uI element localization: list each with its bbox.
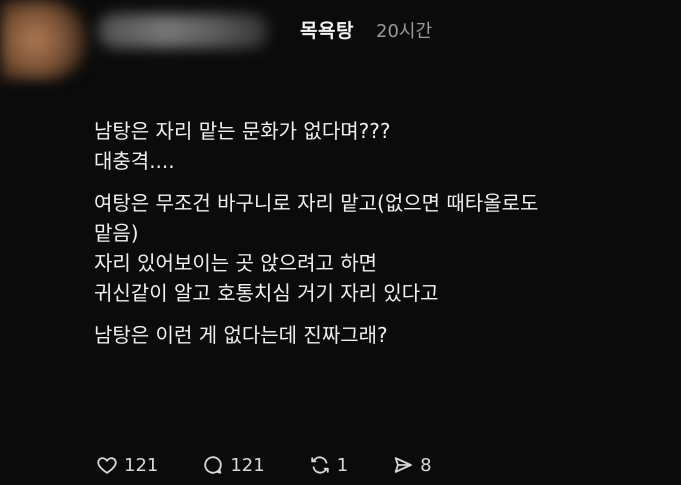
send-icon — [394, 457, 412, 473]
post-card: 목욕탕 20시간 남탕은 자리 맡는 문화가 없다며??? 대충격.... 여탕… — [0, 0, 681, 485]
post-line: 남탕은 이런 게 없다는데 진짜그래? — [94, 323, 388, 347]
comment-count: 121 — [230, 454, 265, 476]
post-body: 남탕은 자리 맡는 문화가 없다며??? 대충격.... 여탕은 무조건 바구니… — [94, 116, 664, 362]
repost-icon — [311, 456, 329, 474]
heart-icon — [97, 457, 117, 474]
post-paragraph-2: 여탕은 무조건 바구니로 자리 맡고(없으면 때타올로도 맡음) 자리 있어보이… — [94, 188, 664, 308]
like-button[interactable]: 121 — [96, 454, 158, 476]
username-blurred[interactable] — [98, 14, 268, 48]
avatar[interactable] — [0, 0, 88, 80]
comment-icon — [204, 456, 223, 474]
post-line: 남탕은 자리 맡는 문화가 없다며??? — [94, 119, 391, 143]
post-paragraph-3: 남탕은 이런 게 없다는데 진짜그래? — [94, 320, 664, 350]
share-button[interactable]: 8 — [392, 454, 432, 476]
post-line: 귀신같이 알고 호통치심 거기 자리 있다고 — [94, 281, 439, 305]
post-paragraph-1: 남탕은 자리 맡는 문화가 없다며??? 대충격.... — [94, 116, 664, 176]
post-line: 여탕은 무조건 바구니로 자리 맡고(없으면 때타올로도 — [94, 191, 539, 215]
post-line: 자리 있어보이는 곳 앉으려고 하면 — [94, 251, 378, 275]
share-count: 8 — [420, 454, 432, 476]
post-line: 대충격.... — [94, 149, 175, 173]
post-time: 20시간 — [376, 21, 433, 42]
repost-button[interactable]: 1 — [309, 454, 348, 476]
repost-count: 1 — [336, 454, 349, 476]
community-name[interactable]: 목욕탕 — [300, 16, 354, 43]
post-line: 맡음) — [94, 221, 139, 245]
comment-button[interactable]: 121 — [202, 454, 265, 476]
like-count: 121 — [124, 454, 159, 476]
action-bar: 121 121 1 8 — [96, 450, 476, 480]
